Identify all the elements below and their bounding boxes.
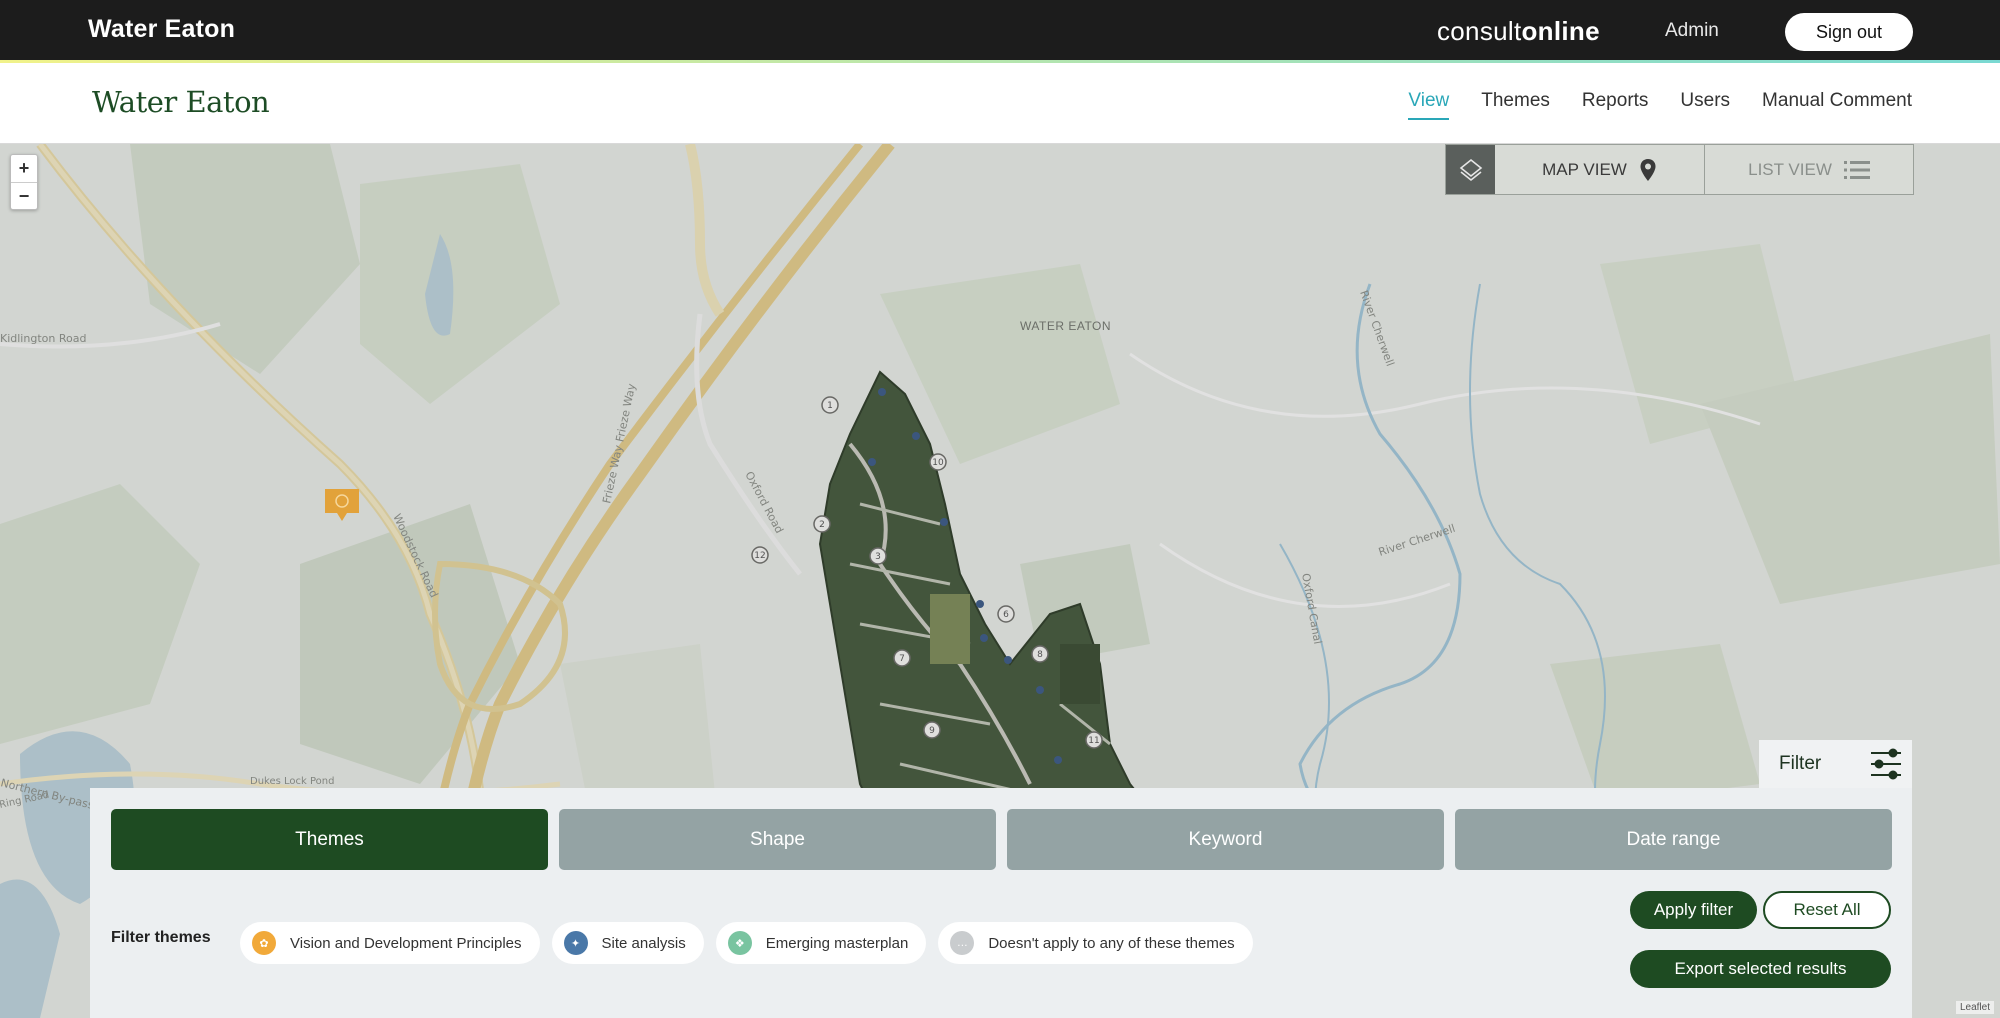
view-toggle: MAP VIEW LIST VIEW <box>1445 144 1914 195</box>
zoom-in-button[interactable]: + <box>11 155 37 182</box>
filter-tabs: Themes Shape Keyword Date range <box>111 809 1892 870</box>
map-label-oxford-canal: Oxford Canal <box>1299 572 1324 645</box>
zoom-control: + − <box>10 154 38 210</box>
svg-text:2: 2 <box>819 520 825 530</box>
tab-keyword[interactable]: Keyword <box>1007 809 1444 870</box>
map-label-water-eaton: WATER EATON <box>1020 319 1112 333</box>
leaflet-attribution[interactable]: Leaflet <box>1955 1001 1994 1014</box>
tab-date-range[interactable]: Date range <box>1455 809 1892 870</box>
nav-item-view[interactable]: View <box>1408 90 1449 120</box>
brand-bold: online <box>1521 16 1600 46</box>
theme-chip-label: Emerging masterplan <box>765 934 909 952</box>
reset-all-button[interactable]: Reset All <box>1763 891 1891 929</box>
svg-text:8: 8 <box>1037 650 1043 660</box>
svg-text:9: 9 <box>929 726 935 736</box>
tab-themes[interactable]: Themes <box>111 809 548 870</box>
filter-themes-label: Filter themes <box>111 929 211 946</box>
comment-theme-icon: … <box>950 931 975 955</box>
map-pin-icon <box>1640 158 1656 181</box>
theme-chip-label: Doesn't apply to any of these themes <box>988 934 1235 952</box>
theme-chip-label: Vision and Development Principles <box>290 934 522 952</box>
layers-button[interactable] <box>1446 145 1495 194</box>
nav-item-themes[interactable]: Themes <box>1481 90 1550 120</box>
admin-link[interactable]: Admin <box>1665 20 1719 42</box>
filter-toggle[interactable]: Filter <box>1759 740 1912 788</box>
theme-chip-none[interactable]: … Doesn't apply to any of these themes <box>938 922 1253 964</box>
masterplan-theme-icon: ❖ <box>727 931 752 955</box>
map-label-kidlington-road: Kidlington Road <box>0 332 86 345</box>
svg-text:12: 12 <box>754 551 765 561</box>
map-label-dukes-lock-pond: Dukes Lock Pond <box>250 776 334 787</box>
apply-filter-button[interactable]: Apply filter <box>1630 891 1757 929</box>
main-navbar: Water Eaton View Themes Reports Users Ma… <box>0 63 2000 144</box>
theme-chip-vision[interactable]: ✿ Vision and Development Principles <box>240 922 540 964</box>
layers-icon <box>1459 158 1482 181</box>
list-view-label: LIST VIEW <box>1748 159 1832 179</box>
map-view-label: MAP VIEW <box>1542 159 1627 179</box>
theme-chip-emerging-masterplan[interactable]: ❖ Emerging masterplan <box>715 922 927 964</box>
brand-light: consult <box>1437 16 1522 46</box>
export-results-button[interactable]: Export selected results <box>1630 950 1891 988</box>
list-icon <box>1843 160 1870 179</box>
sliders-icon <box>1871 748 1902 780</box>
tab-shape[interactable]: Shape <box>559 809 996 870</box>
filter-panel: Themes Shape Keyword Date range Filter t… <box>90 788 1912 1018</box>
svg-text:7: 7 <box>899 654 905 664</box>
consultonline-brand: consultonline <box>1437 16 1600 47</box>
sign-out-button[interactable]: Sign out <box>1785 13 1913 51</box>
svg-text:1: 1 <box>827 401 833 411</box>
speech-bubble-icon <box>325 489 359 521</box>
vision-theme-icon: ✿ <box>252 931 276 955</box>
comment-marker[interactable] <box>323 487 361 532</box>
theme-chip-label: Site analysis <box>601 934 686 952</box>
list-view-button[interactable]: LIST VIEW <box>1705 145 1913 194</box>
nav-item-manual-comment[interactable]: Manual Comment <box>1762 90 1912 120</box>
zoom-out-button[interactable]: − <box>11 182 37 209</box>
site-analysis-theme-icon: ✦ <box>563 931 588 955</box>
filter-tab-label: Filter <box>1779 753 1822 774</box>
svg-text:6: 6 <box>1003 610 1009 620</box>
theme-chip-site-analysis[interactable]: ✦ Site analysis <box>551 922 704 964</box>
nav-item-reports[interactable]: Reports <box>1582 90 1649 120</box>
map-label-river-cherwell-2: River Cherwell <box>1377 522 1457 559</box>
svg-text:3: 3 <box>875 552 881 562</box>
map-view-button[interactable]: MAP VIEW <box>1495 145 1705 194</box>
top-bar: Water Eaton consultonline Admin Sign out <box>0 0 2000 60</box>
app-title: Water Eaton <box>88 15 236 43</box>
svg-text:10: 10 <box>932 458 944 468</box>
map-label-river-cherwell-1: River Cherwell <box>1357 289 1397 368</box>
svg-text:11: 11 <box>1088 736 1099 746</box>
nav-menu: View Themes Reports Users Manual Comment <box>1408 90 1912 120</box>
theme-chips: ✿ Vision and Development Principles ✦ Si… <box>240 922 1253 964</box>
nav-item-users[interactable]: Users <box>1680 90 1730 120</box>
project-logo[interactable]: Water Eaton <box>92 85 270 119</box>
